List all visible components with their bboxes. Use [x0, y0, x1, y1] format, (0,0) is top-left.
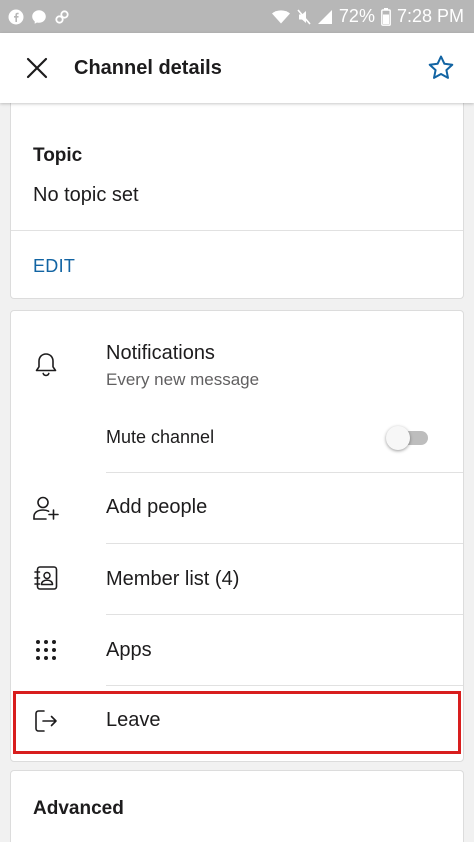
add-people-row[interactable]: Add people [11, 473, 463, 543]
bell-icon [32, 351, 60, 379]
leave-row[interactable]: Leave [11, 686, 463, 756]
leave-label: Leave [106, 709, 161, 731]
grid-dots-icon [32, 636, 60, 664]
advanced-label: Advanced [33, 798, 124, 819]
apps-row[interactable]: Apps [11, 615, 463, 685]
topic-label: Topic [33, 145, 83, 166]
notifications-row[interactable]: Notifications Every new message [11, 311, 463, 403]
member-list-row[interactable]: Member list (4) [11, 544, 463, 614]
divider [11, 230, 463, 231]
status-right: 72% 7:28 PM [271, 6, 464, 27]
star-button[interactable] [423, 50, 459, 86]
topic-card: Topic No topic set EDIT [10, 100, 464, 299]
topic-value: No topic set [33, 184, 139, 206]
notifications-label: Notifications [106, 342, 215, 364]
battery-icon [381, 7, 391, 26]
apps-label: Apps [106, 639, 152, 661]
channel-menu-card: Notifications Every new message Mute cha… [10, 310, 464, 762]
mute-icon [297, 8, 311, 25]
close-icon [26, 57, 48, 79]
member-list-label: Member list (4) [106, 568, 240, 590]
toggle-thumb [386, 426, 410, 450]
page-title: Channel details [74, 57, 222, 79]
status-left [8, 9, 70, 25]
add-people-label: Add people [106, 496, 208, 518]
app-bar: Channel details [0, 33, 474, 103]
status-time: 7:28 PM [396, 6, 464, 26]
mute-channel-toggle[interactable] [386, 426, 430, 450]
add-person-icon [32, 494, 60, 522]
advanced-card[interactable]: Advanced [10, 770, 464, 842]
mute-channel-row: Mute channel [11, 403, 463, 472]
close-button[interactable] [20, 51, 54, 85]
wifi-icon [271, 9, 290, 23]
status-bar: 72% 7:28 PM [0, 0, 474, 33]
link-icon [55, 9, 69, 24]
star-icon [428, 55, 454, 79]
leave-icon [32, 707, 60, 735]
notifications-sub: Every new message [106, 370, 260, 389]
battery-percent: 72% [338, 6, 375, 26]
messenger-icon [32, 9, 46, 24]
mute-channel-label: Mute channel [106, 427, 215, 447]
edit-topic-button[interactable]: EDIT [33, 256, 75, 277]
facebook-icon [8, 9, 24, 24]
signal-icon [317, 9, 332, 24]
contacts-icon [32, 564, 60, 592]
